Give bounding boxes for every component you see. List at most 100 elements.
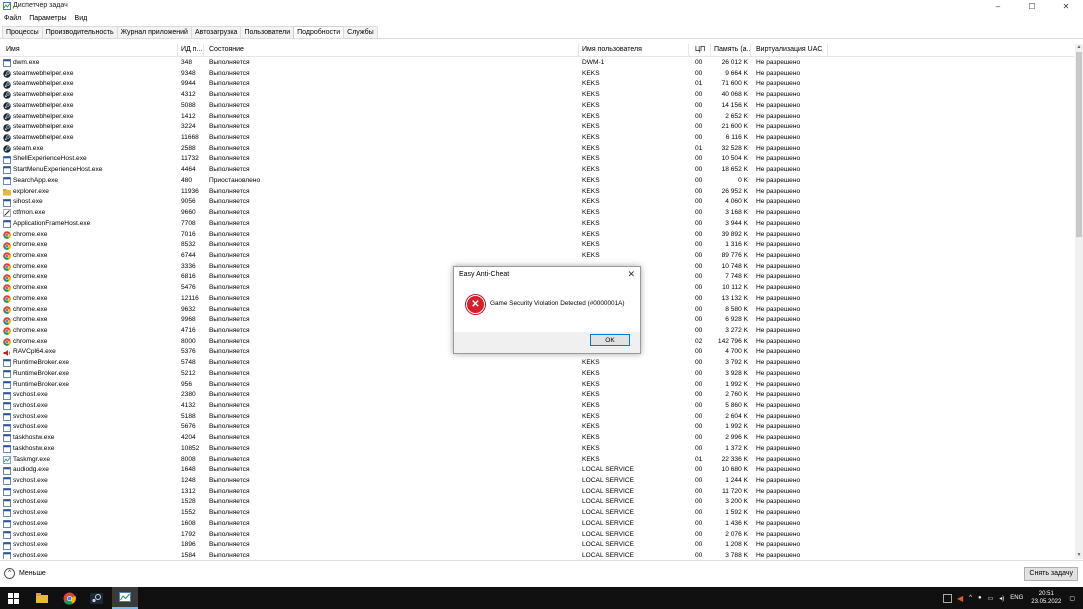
table-row[interactable]: RuntimeBroker.exe 956 Выполняется KEKS 00 1 9…: [0, 380, 1074, 391]
menu-view[interactable]: Вид: [71, 13, 92, 24]
scroll-up-arrow-icon[interactable]: ▲: [1075, 44, 1083, 51]
process-pid: 5088: [181, 101, 196, 109]
table-row[interactable]: audiodg.exe 1648 Выполняется LOCAL SERVICE 0…: [0, 465, 1074, 476]
tab-performance[interactable]: Производительность: [41, 26, 118, 38]
notifications-icon[interactable]: ▢: [1069, 595, 1075, 602]
table-row[interactable]: svchost.exe 1248 Выполняется LOCAL SERVICE 0…: [0, 476, 1074, 487]
table-row[interactable]: svchost.exe 1896 Выполняется LOCAL SERVICE 0…: [0, 540, 1074, 551]
tab-processes[interactable]: Процессы: [2, 26, 43, 38]
process-user: KEKS: [582, 134, 600, 142]
process-uac: Не разрешено: [756, 498, 801, 506]
table-row[interactable]: taskhostw.exe 10852 Выполняется KEKS 00 1 372…: [0, 444, 1074, 455]
table-row[interactable]: chrome.exe 7016 Выполняется KEKS 00 39 892 K Н…: [0, 230, 1074, 241]
clock[interactable]: 20:51 23.05.2022: [1031, 590, 1061, 606]
table-row[interactable]: svchost.exe 5188 Выполняется KEKS 00 2 604 K Н…: [0, 412, 1074, 423]
table-row[interactable]: dwm.exe 348 Выполняется DWM-1 00 26 012 K Не р…: [0, 58, 1074, 69]
table-row[interactable]: StartMenuExperienceHost.exe 4464 Выполняет…: [0, 165, 1074, 176]
table-row[interactable]: svchost.exe 1552 Выполняется LOCAL SERVICE 0…: [0, 508, 1074, 519]
steam-taskbar-icon[interactable]: [89, 591, 103, 605]
file-explorer-icon[interactable]: [35, 591, 49, 605]
process-cpu: 00: [695, 209, 703, 217]
column-header-name[interactable]: Имя: [0, 44, 178, 56]
steam-tray-icon[interactable]: ●: [978, 595, 982, 601]
volume-icon[interactable]: ◂): [999, 595, 1004, 602]
process-pid: 1552: [181, 509, 196, 517]
process-user: KEKS: [582, 412, 600, 420]
maximize-button[interactable]: ☐: [1015, 0, 1049, 12]
process-pid: 9056: [181, 198, 196, 206]
table-row[interactable]: ShellExperienceHost.exe 11732 Выполняется K…: [0, 154, 1074, 165]
table-row[interactable]: sihost.exe 9056 Выполняется KEKS 00 4 060 K Не…: [0, 197, 1074, 208]
close-button[interactable]: ✕: [1049, 0, 1083, 12]
language-indicator[interactable]: ENG: [1010, 595, 1023, 601]
table-row[interactable]: svchost.exe 2380 Выполняется KEKS 00 2 760 K Н…: [0, 390, 1074, 401]
table-row[interactable]: taskhostw.exe 4204 Выполняется KEKS 00 2 996 …: [0, 433, 1074, 444]
dialog-close-icon[interactable]: ✕: [627, 269, 635, 280]
table-row[interactable]: chrome.exe 6744 Выполняется KEKS 00 89 776 K Н…: [0, 251, 1074, 262]
table-row[interactable]: steamwebhelper.exe 9348 Выполняется KEKS 00 9…: [0, 69, 1074, 80]
table-row[interactable]: steamwebhelper.exe 5088 Выполняется KEKS 00 1…: [0, 101, 1074, 112]
column-header-user[interactable]: Имя пользователя: [576, 44, 689, 56]
table-row[interactable]: steamwebhelper.exe 4312 Выполняется KEKS 00 4…: [0, 90, 1074, 101]
process-cpu: 00: [695, 552, 703, 559]
table-row[interactable]: svchost.exe 1792 Выполняется LOCAL SERVICE 0…: [0, 530, 1074, 541]
end-task-button[interactable]: Снять задачу: [1024, 567, 1078, 581]
scrollbar-thumb[interactable]: [1076, 52, 1082, 237]
table-row[interactable]: steamwebhelper.exe 1412 Выполняется KEKS 00 2…: [0, 112, 1074, 123]
process-state: Выполняется: [209, 91, 250, 99]
table-row[interactable]: Taskmgr.exe 8008 Выполняется KEKS 01 22 336 K…: [0, 455, 1074, 466]
network-icon[interactable]: ▭: [988, 595, 994, 602]
table-row[interactable]: RuntimeBroker.exe 5212 Выполняется KEKS 00 3 …: [0, 369, 1074, 380]
table-row[interactable]: RuntimeBroker.exe 5748 Выполняется KEKS 00 3 …: [0, 358, 1074, 369]
table-row[interactable]: svchost.exe 1312 Выполняется LOCAL SERVICE 0…: [0, 487, 1074, 498]
show-hidden-icons-icon[interactable]: ^: [969, 595, 972, 601]
process-uac: Не разрешено: [756, 123, 801, 131]
process-state: Выполняется: [209, 423, 250, 431]
process-pid: 9660: [181, 209, 196, 217]
table-row[interactable]: explorer.exe 11936 Выполняется KEKS 00 26 952…: [0, 187, 1074, 198]
fewer-details-button[interactable]: ^ Меньше: [4, 567, 46, 579]
table-row[interactable]: steamwebhelper.exe 9944 Выполняется KEKS 01 7…: [0, 79, 1074, 90]
table-row[interactable]: steamwebhelper.exe 11668 Выполняется KEKS 00…: [0, 133, 1074, 144]
tab-app-history[interactable]: Журнал приложений: [116, 26, 192, 38]
table-row[interactable]: svchost.exe 1608 Выполняется LOCAL SERVICE 0…: [0, 519, 1074, 530]
process-uac: Не разрешено: [756, 155, 801, 163]
vertical-scrollbar[interactable]: ▲ ▼: [1075, 44, 1083, 559]
table-row[interactable]: svchost.exe 1528 Выполняется LOCAL SERVICE 0…: [0, 497, 1074, 508]
table-row[interactable]: ctfmon.exe 9660 Выполняется KEKS 00 3 168 K Не…: [0, 208, 1074, 219]
tab-startup[interactable]: Автозагрузка: [190, 26, 242, 38]
tray-app-icon[interactable]: [942, 593, 952, 603]
table-row[interactable]: ApplicationFrameHost.exe 7708 Выполняется K…: [0, 219, 1074, 230]
process-user: KEKS: [582, 112, 600, 120]
easy-anti-cheat-dialog: Easy Anti-Cheat ✕ ✕ Game Security Violat…: [453, 266, 641, 354]
window-icon: [3, 541, 11, 550]
table-row[interactable]: svchost.exe 1584 Выполняется LOCAL SERVICE 0…: [0, 551, 1074, 559]
table-row[interactable]: chrome.exe 8532 Выполняется KEKS 00 1 316 K Не…: [0, 240, 1074, 251]
column-header-uac[interactable]: Виртуализация UAC: [750, 44, 828, 56]
process-memory: 2 996 K: [725, 434, 748, 442]
tray-arrow-icon[interactable]: ◀: [957, 594, 963, 603]
minimize-button[interactable]: –: [981, 0, 1015, 12]
process-cpu: 00: [695, 369, 703, 377]
column-header-memory[interactable]: Память (а...: [708, 44, 751, 56]
column-header-state[interactable]: Состояние: [203, 44, 579, 56]
process-state: Выполняется: [209, 134, 250, 142]
table-row[interactable]: svchost.exe 5676 Выполняется KEKS 00 1 992 K Н…: [0, 422, 1074, 433]
menu-file[interactable]: Файл: [0, 13, 25, 24]
tab-services[interactable]: Службы: [343, 26, 378, 38]
windows-start-icon[interactable]: [6, 591, 20, 605]
tab-users[interactable]: Пользователи: [240, 26, 295, 38]
menu-options[interactable]: Параметры: [25, 13, 70, 24]
table-row[interactable]: steamwebhelper.exe 3224 Выполняется KEKS 00 2…: [0, 122, 1074, 133]
process-name: svchost.exe: [13, 423, 48, 431]
process-memory: 4 700 K: [725, 348, 748, 356]
chrome-icon[interactable]: [62, 591, 76, 605]
task-manager-taskbar-icon[interactable]: [112, 587, 138, 609]
table-row[interactable]: SearchApp.exe 480 Приостановлено KEKS 00 0 K Н…: [0, 176, 1074, 187]
column-header-pid[interactable]: ИД п...: [175, 44, 204, 56]
table-row[interactable]: steam.exe 2588 Выполняется KEKS 01 32 528 K Не…: [0, 144, 1074, 155]
steam-icon: [3, 123, 11, 132]
ok-button[interactable]: OK: [590, 334, 630, 346]
scroll-down-arrow-icon[interactable]: ▼: [1075, 552, 1083, 559]
table-row[interactable]: svchost.exe 4132 Выполняется KEKS 00 5 860 K Н…: [0, 401, 1074, 412]
